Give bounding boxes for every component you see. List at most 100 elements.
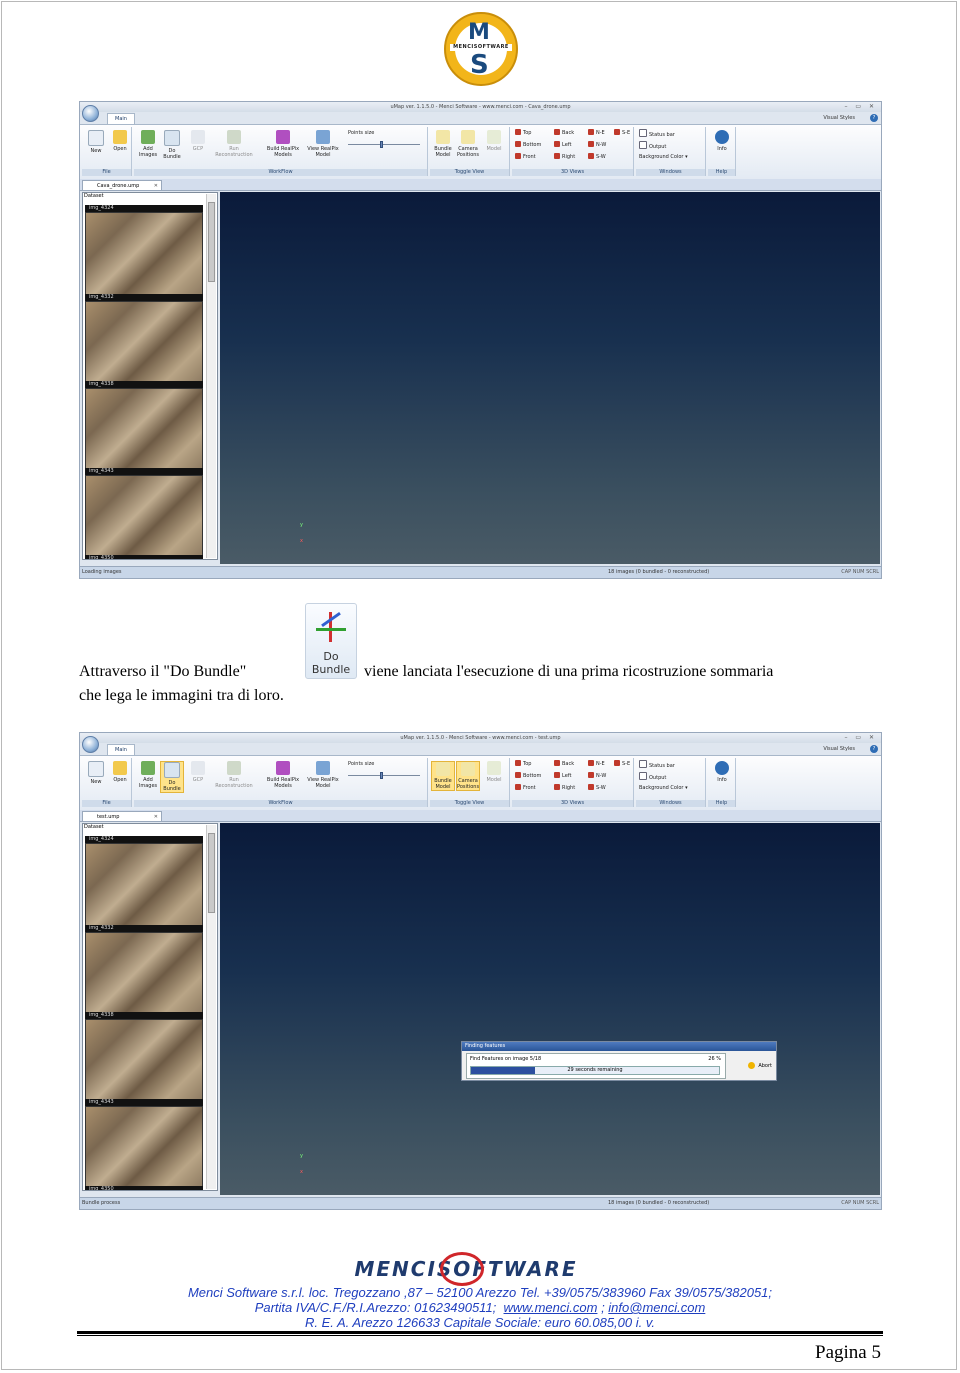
new-button[interactable]: New [84, 761, 108, 785]
model-button[interactable]: Model [482, 761, 506, 783]
view-right-button[interactable]: Right [554, 153, 575, 161]
status-bar-toggle[interactable]: Status bar [639, 129, 675, 139]
camera-positions-button[interactable]: Camera Positions [456, 130, 480, 158]
points-size-knob[interactable] [380, 141, 383, 148]
image-thumbnail[interactable] [85, 212, 203, 296]
view-sw-button[interactable]: S-W [588, 784, 606, 792]
view-bottom-button[interactable]: Bottom [515, 141, 541, 149]
model-button[interactable]: Model [482, 130, 506, 152]
view-model-button[interactable]: View RealPix Model [304, 761, 342, 789]
view-ne-button[interactable]: N-E [588, 760, 605, 768]
thumb-label: img_4338 [85, 381, 203, 388]
view-front-button[interactable]: Front [515, 153, 536, 161]
app-menu-orb-icon[interactable] [82, 105, 99, 122]
view-left-button[interactable]: Left [554, 141, 571, 149]
build-models-button[interactable]: Build RealPix Models [264, 761, 302, 789]
dataset-panel: Dataset img_4324 img_4332 img_4338 img_4… [82, 823, 218, 1191]
run-reconstruction-button[interactable]: Run Reconstruction [212, 130, 256, 158]
do-bundle-icon-large: Do Bundle [305, 603, 357, 679]
camera-positions-button[interactable]: Camera Positions [456, 761, 480, 791]
group-help: Info Help [708, 758, 736, 807]
document-tab[interactable]: Cava_drone.ump ✕ [82, 180, 162, 190]
view-bottom-button[interactable]: Bottom [515, 772, 541, 780]
bulb-icon [436, 130, 450, 144]
image-thumbnail[interactable] [85, 301, 203, 385]
build-models-button[interactable]: Build RealPix Models [264, 130, 302, 158]
open-button[interactable]: Open [108, 761, 132, 783]
status-bar: Loading images 18 images (0 bundled - 0 … [80, 566, 881, 578]
website-link[interactable]: www.menci.com [504, 1300, 598, 1315]
points-size-knob[interactable] [380, 772, 383, 779]
scroll-thumb[interactable] [208, 833, 215, 913]
dataset-scrollbar[interactable] [206, 194, 216, 558]
document-tab[interactable]: test.ump ✕ [82, 811, 162, 821]
output-toggle[interactable]: Output [639, 772, 666, 782]
add-images-button[interactable]: Add Images [136, 130, 160, 158]
window-controls[interactable]: – ▭ ✕ [844, 734, 877, 741]
view-ne-button[interactable]: N-E [588, 129, 605, 137]
points-size-slider[interactable] [348, 775, 420, 776]
view-top-button[interactable]: Top [515, 760, 531, 768]
group-label-workflow: WorkFlow [134, 169, 427, 176]
bundle-model-button[interactable]: Bundle Model [431, 130, 455, 158]
3d-viewport[interactable]: y x [220, 192, 880, 564]
logo-letter-s: S [470, 50, 489, 80]
dataset-scrollbar[interactable] [206, 825, 216, 1189]
image-thumbnail[interactable] [85, 1019, 203, 1103]
footer-rule-thin [77, 1335, 883, 1336]
logo-letter-m: M [468, 20, 490, 45]
view-nw-button[interactable]: N-W [588, 141, 606, 149]
tab-main[interactable]: Main [107, 113, 135, 124]
view-left-button[interactable]: Left [554, 772, 571, 780]
view-back-button[interactable]: Back [554, 760, 574, 768]
add-images-button[interactable]: Add Images [136, 761, 160, 789]
view-back-button[interactable]: Back [554, 129, 574, 137]
footer-rule [77, 1331, 883, 1334]
visual-styles-menu[interactable]: Visual Styles [823, 115, 855, 121]
visual-styles-menu[interactable]: Visual Styles [823, 746, 855, 752]
image-thumbnail[interactable] [85, 932, 203, 1016]
scroll-thumb[interactable] [208, 202, 215, 282]
help-icon[interactable]: ? [870, 114, 878, 122]
camera-icon [461, 762, 475, 776]
info-button[interactable]: Info [710, 761, 734, 783]
abort-button[interactable]: Abort [748, 1062, 772, 1069]
run-reconstruction-button[interactable]: Run Reconstruction [212, 761, 256, 789]
image-thumbnail[interactable] [85, 388, 203, 472]
3d-viewport[interactable]: Finding features Find Features on image … [220, 823, 880, 1195]
bundle-model-button[interactable]: Bundle Model [431, 761, 455, 791]
gcp-button[interactable]: GCP [186, 761, 210, 783]
gcp-button[interactable]: GCP [186, 130, 210, 152]
email-link[interactable]: info@menci.com [608, 1300, 705, 1315]
window-controls[interactable]: – ▭ ✕ [844, 103, 877, 110]
view-model-button[interactable]: View RealPix Model [304, 130, 342, 158]
info-button[interactable]: Info [710, 130, 734, 152]
background-color-dropdown[interactable]: Background Color ▾ [639, 784, 688, 792]
view-front-button[interactable]: Front [515, 784, 536, 792]
view-top-button[interactable]: Top [515, 129, 531, 137]
output-toggle[interactable]: Output [639, 141, 666, 151]
view-right-button[interactable]: Right [554, 784, 575, 792]
tab-main[interactable]: Main [107, 744, 135, 755]
status-bar-toggle[interactable]: Status bar [639, 760, 675, 770]
do-bundle-button[interactable]: Do Bundle [160, 761, 184, 793]
help-icon[interactable]: ? [870, 745, 878, 753]
abort-icon [748, 1062, 756, 1069]
do-bundle-button[interactable]: Do Bundle [160, 130, 184, 160]
image-thumbnail[interactable] [85, 1106, 203, 1190]
points-size-slider[interactable] [348, 144, 420, 145]
view-se-button[interactable]: S-E [614, 760, 630, 768]
background-color-dropdown[interactable]: Background Color ▾ [639, 153, 688, 161]
group-3d-views: Top Bottom Front Back Left Right N-E N-W… [512, 127, 634, 176]
view-sw-button[interactable]: S-W [588, 153, 606, 161]
image-thumbnail[interactable] [85, 475, 203, 559]
app-menu-orb-icon[interactable] [82, 736, 99, 753]
view-nw-button[interactable]: N-W [588, 772, 606, 780]
open-button[interactable]: Open [108, 130, 132, 152]
group-label-file: File [82, 169, 131, 176]
new-button[interactable]: New [84, 130, 108, 154]
view-se-button[interactable]: S-E [614, 129, 630, 137]
image-thumbnail[interactable] [85, 843, 203, 927]
close-tab-icon[interactable]: ✕ [154, 181, 158, 191]
close-tab-icon[interactable]: ✕ [154, 812, 158, 822]
